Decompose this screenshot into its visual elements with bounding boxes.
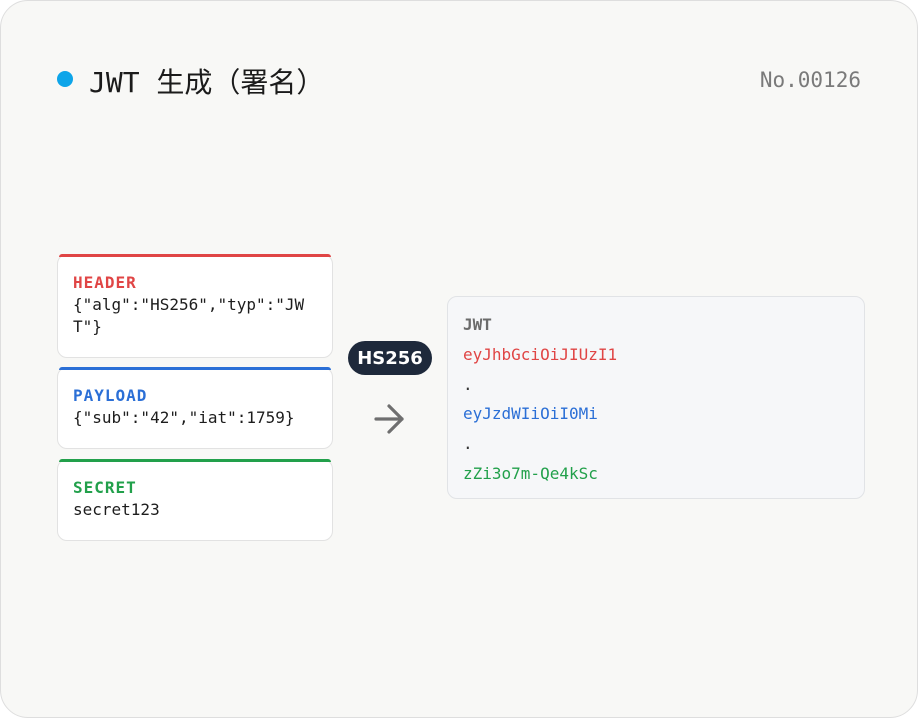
payload-value: {"sub":"42","iat":1759} [73, 408, 295, 427]
jwt-separator-1: . [463, 374, 473, 394]
item-number: No.00126 [759, 68, 861, 92]
diagram-card: JWT 生成（署名） No.00126 HEADER {"alg":"HS256… [0, 0, 918, 718]
page-title: JWT 生成（署名） [89, 66, 325, 99]
jwt-output-box: JWT eyJhbGciOiJIUzI1 . eyJzdWIiOiI0Mi . … [447, 296, 865, 499]
jwt-signature-part: zZi3o7m-Qe4kSc [463, 463, 598, 483]
algorithm-badge: HS256 [348, 341, 432, 375]
secret-label: SECRET [73, 478, 137, 497]
jwt-payload-part: eyJzdWIiOiI0Mi [463, 404, 598, 424]
secret-value: secret123 [73, 500, 160, 519]
title-dot-icon [57, 71, 73, 87]
jwt-header-part: eyJhbGciOiJIUzI1 [463, 344, 618, 364]
header-value: {"alg":"HS256","typ":"JWT"} [73, 295, 305, 336]
payload-label: PAYLOAD [73, 386, 148, 405]
payload-block: PAYLOAD {"sub":"42","iat":1759} [57, 367, 333, 449]
secret-block: SECRET secret123 [57, 459, 333, 541]
jwt-separator-2: . [463, 434, 473, 454]
header-label: HEADER [73, 273, 137, 292]
arrow-right-icon [374, 404, 404, 434]
title-row: JWT 生成（署名） [57, 63, 324, 99]
jwt-label: JWT [463, 315, 492, 334]
header-block: HEADER {"alg":"HS256","typ":"JWT"} [57, 254, 333, 358]
